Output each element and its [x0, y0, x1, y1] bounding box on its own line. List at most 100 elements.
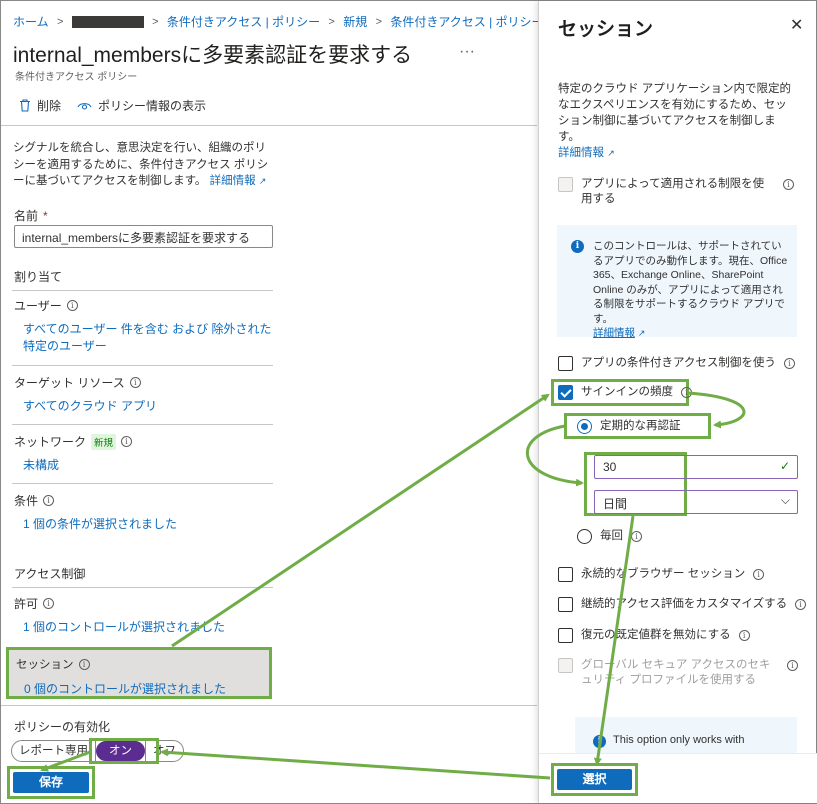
disable-resilience-label: 復元の既定値群を無効にする	[581, 629, 731, 641]
info-icon[interactable]: i	[43, 598, 55, 609]
checkbox-box[interactable]	[558, 356, 573, 371]
checkbox-box[interactable]	[558, 658, 573, 673]
section-divider	[12, 424, 273, 425]
info-icon[interactable]: i	[783, 179, 794, 190]
breadcrumb-ca-policies-2[interactable]: 条件付きアクセス | ポリシー	[390, 15, 543, 29]
assignments-heading: 割り当て	[14, 270, 63, 284]
delete-button[interactable]: 削除	[19, 97, 61, 114]
users-value-link[interactable]: すべてのユーザー 件を含む および 除外された特定のユーザー	[23, 321, 275, 355]
external-link-icon: ↗	[637, 328, 646, 338]
checkbox-box[interactable]	[558, 177, 573, 192]
notice-learn-more-link[interactable]: 詳細情報	[593, 327, 635, 339]
page-subtitle: 条件付きアクセス ポリシー	[15, 72, 138, 83]
disable-resilience-checkbox[interactable]: 復元の既定値群を無効にする i	[558, 628, 750, 643]
radio-unselected[interactable]	[577, 529, 592, 544]
network-label-text: ネットワーク	[14, 435, 87, 449]
conditions-label-text: 条件	[14, 494, 39, 508]
view-policy-info-button[interactable]: ポリシー情報の表示	[77, 97, 206, 114]
frequency-value-input[interactable]: 30 ✓	[594, 455, 798, 479]
info-icon[interactable]: i	[787, 660, 798, 671]
info-icon[interactable]: i	[43, 495, 55, 506]
checkbox-box[interactable]	[558, 567, 573, 582]
checkbox-checked[interactable]	[558, 385, 573, 400]
intro-learn-more-link[interactable]: 詳細情報	[210, 175, 256, 187]
highlight-toggle-on	[89, 738, 159, 764]
info-icon[interactable]: i	[738, 630, 750, 641]
frequency-unit-dropdown[interactable]: 日間 ⌵	[594, 490, 798, 514]
target-resources-value-link[interactable]: すべてのクラウド アプリ	[23, 398, 157, 415]
breadcrumb-separator: >	[375, 15, 382, 28]
session-value-link[interactable]: 0 個のコントロールが選択されました	[24, 680, 226, 697]
breadcrumb-separator: >	[328, 15, 335, 28]
ca-app-control-label: アプリの条件付きアクセス制御を使う	[581, 357, 776, 369]
toolbar-divider	[1, 125, 537, 126]
target-label-text: ターゲット リソース	[14, 376, 125, 390]
app-enforced-label: アプリによって適用される制限を使用する	[581, 178, 765, 205]
breadcrumb-home[interactable]: ホーム	[13, 15, 49, 29]
checkbox-box[interactable]	[558, 597, 573, 612]
users-label: ユーザー i	[14, 297, 78, 314]
cae-label: 継続的アクセス評価をカスタマイズする	[581, 598, 788, 610]
new-badge: 新規	[91, 433, 117, 450]
page-title: internal_membersに多要素認証を要求する	[13, 44, 413, 67]
checkbox-box[interactable]	[558, 628, 573, 643]
view-policy-label: ポリシー情報の表示	[98, 99, 207, 113]
session-row[interactable]: セッション i 0 個のコントロールが選択されました	[6, 647, 272, 699]
radio-selected[interactable]	[577, 419, 592, 434]
app-enforced-restrictions-checkbox[interactable]: アプリによって適用される制限を使用する i	[558, 177, 794, 207]
cae-checkbox[interactable]: 継続的アクセス評価をカスタマイズする i	[558, 597, 807, 612]
periodic-reauth-radio[interactable]: 定期的な再認証	[577, 419, 681, 434]
global-secure-access-checkbox[interactable]: グローバル セキュア アクセスのセキュリティ プロファイルを使用する i	[558, 658, 798, 688]
breadcrumb-separator: >	[152, 15, 159, 28]
intro-text: シグナルを統合し、意思決定を行い、組織のポリシーを適用するために、条件付きアクセ…	[13, 140, 275, 190]
info-filled-icon: i	[593, 735, 606, 748]
toggle-report-only[interactable]: レポート専用	[11, 740, 96, 762]
global-secure-label: グローバル セキュア アクセスのセキュリティ プロファイルを使用する	[581, 659, 771, 686]
required-marker: *	[43, 208, 48, 223]
session-label-text: セッション	[16, 659, 74, 671]
section-divider	[12, 587, 273, 588]
persistent-browser-checkbox[interactable]: 永続的なブラウザー セッション i	[558, 567, 765, 582]
grant-value-link[interactable]: 1 個のコントロールが選択されました	[23, 619, 225, 636]
save-button[interactable]: 保存	[13, 772, 89, 793]
policy-name-input[interactable]: internal_membersに多要素認証を要求する	[14, 225, 273, 248]
info-icon[interactable]: i	[783, 358, 795, 369]
info-icon[interactable]: i	[795, 599, 807, 610]
info-icon[interactable]: i	[121, 436, 133, 447]
section-divider	[12, 483, 273, 484]
conditional-access-app-control-checkbox[interactable]: アプリの条件付きアクセス制御を使う i	[558, 356, 795, 371]
breadcrumb-separator: >	[56, 15, 64, 28]
name-label: 名前 *	[14, 207, 48, 224]
breadcrumb-new[interactable]: 新規	[343, 15, 367, 29]
app-enforced-notice: i このコントロールは、サポートされているアプリでのみ動作します。現在、Offi…	[557, 225, 797, 339]
session-label: セッション i	[16, 656, 90, 672]
every-time-radio[interactable]: 毎回 i	[577, 529, 642, 544]
info-icon[interactable]: i	[66, 300, 78, 311]
panel-learn-more-link[interactable]: 詳細情報	[558, 147, 604, 159]
info-icon[interactable]: i	[129, 377, 141, 388]
option-notice-text: This option only works with	[613, 734, 745, 746]
info-icon[interactable]: i	[631, 531, 642, 542]
signin-frequency-checkbox[interactable]: サインインの頻度 i	[558, 385, 692, 400]
name-label-text: 名前	[14, 209, 39, 223]
redacted-tenant	[71, 15, 144, 28]
info-icon[interactable]: i	[78, 658, 90, 670]
network-value-link[interactable]: 未構成	[23, 457, 59, 474]
access-controls-heading: アクセス制御	[14, 567, 86, 581]
toolbar: 削除 ポリシー情報の表示	[19, 97, 216, 114]
external-link-icon: ↗	[258, 176, 267, 186]
breadcrumb-ca-policies[interactable]: 条件付きアクセス | ポリシー	[167, 15, 320, 29]
target-resources-label: ターゲット リソース i	[14, 374, 141, 391]
session-panel: セッション ✕ 特定のクラウド アプリケーション内で限定的なエクスペリエンスを有…	[538, 1, 817, 803]
panel-title: セッション	[558, 19, 654, 40]
conditions-value-link[interactable]: 1 個の条件が選択されました	[23, 516, 177, 533]
users-label-text: ユーザー	[14, 299, 62, 313]
persistent-browser-label: 永続的なブラウザー セッション	[581, 568, 746, 580]
close-icon[interactable]: ✕	[790, 15, 803, 35]
more-options-button[interactable]: ···	[459, 43, 475, 61]
info-icon[interactable]: i	[753, 569, 765, 580]
info-icon[interactable]: i	[681, 387, 692, 398]
select-button[interactable]: 選択	[557, 769, 632, 790]
info-filled-icon: i	[571, 240, 584, 253]
chevron-down-icon: ⌵	[780, 493, 790, 507]
